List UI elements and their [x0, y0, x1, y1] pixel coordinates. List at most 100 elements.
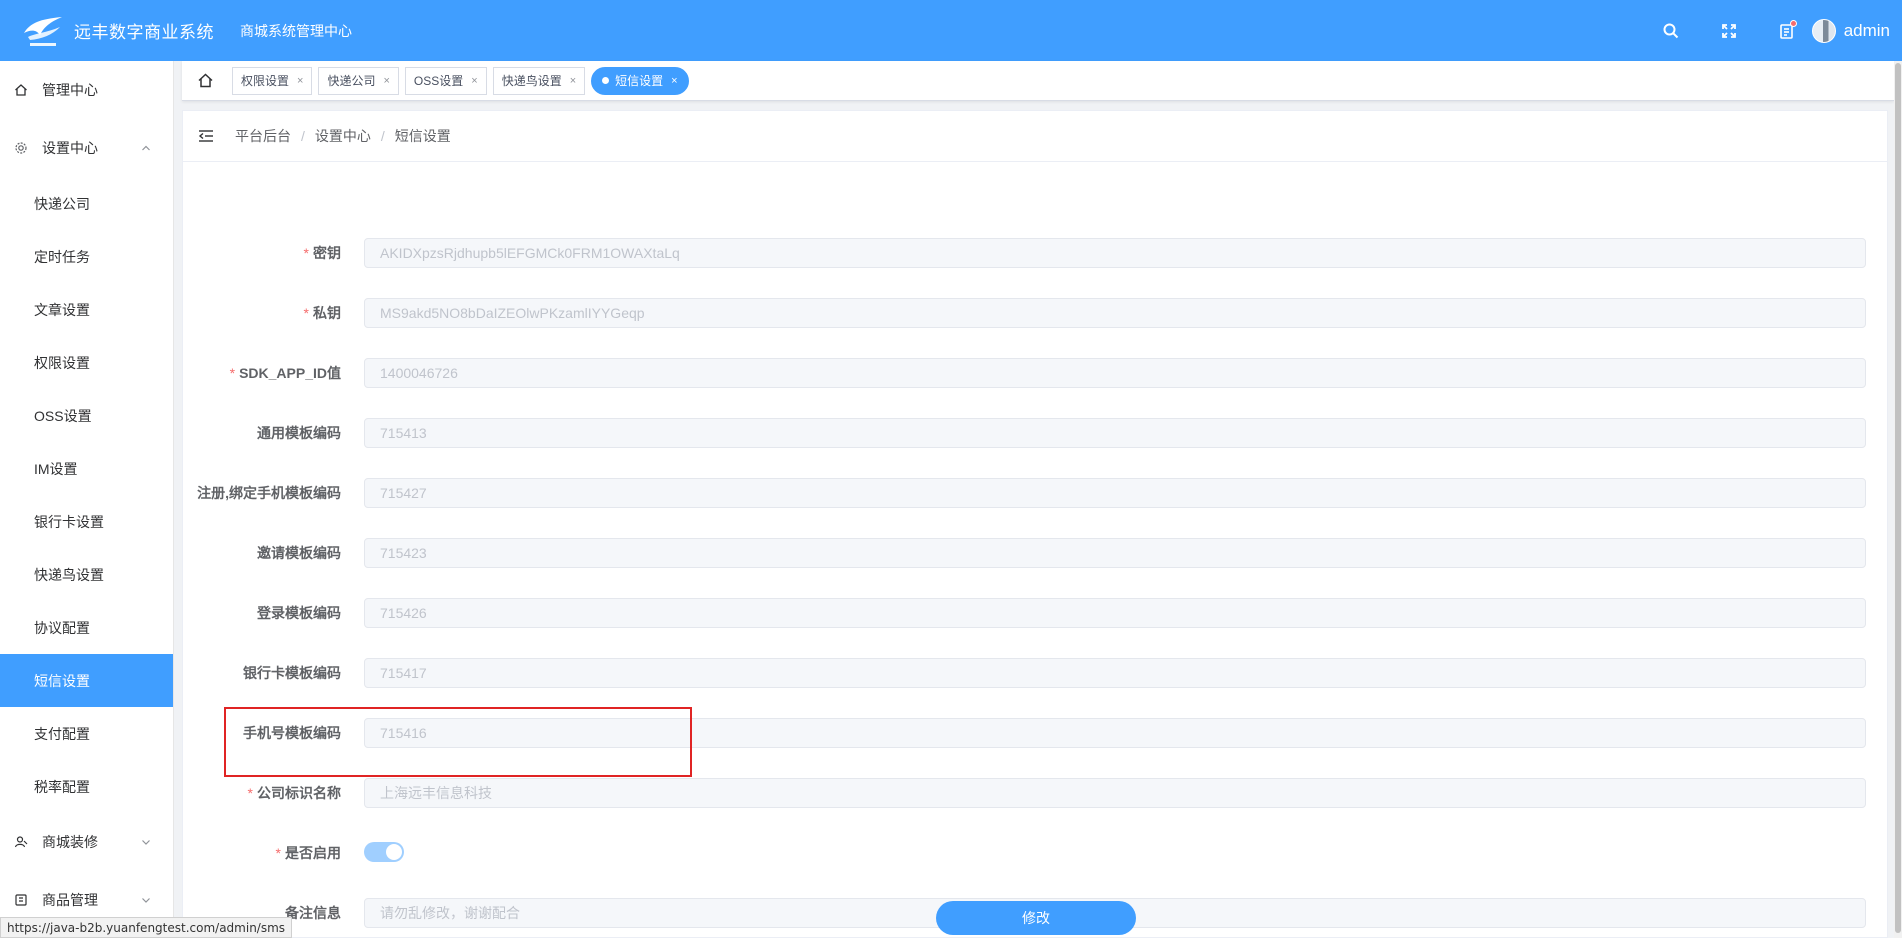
top-header: 远丰数字商业系统 商城系统管理中心 admin [0, 0, 1902, 61]
decor-icon [14, 835, 28, 849]
active-dot [602, 77, 610, 84]
header-actions: admin [1624, 0, 1890, 61]
tab-label: OSS设置 [413, 74, 464, 88]
highlight-box [224, 707, 692, 777]
home-icon [14, 83, 28, 97]
sdk-app-id-input[interactable]: 1400046726 [364, 358, 1866, 388]
common-template-input[interactable]: 715413 [364, 418, 1866, 448]
yuanfeng-logo[interactable] [20, 13, 66, 49]
sidebar-item-settings-center[interactable]: 设置中心 [0, 119, 173, 177]
home-icon[interactable] [194, 70, 216, 92]
breadcrumb-separator: / [301, 128, 305, 144]
close-icon[interactable]: × [570, 75, 576, 87]
sidebar-item-payment-config[interactable]: 支付配置 [0, 707, 173, 760]
required-mark: * [275, 845, 281, 861]
breadcrumb-platform[interactable]: 平台后台 [235, 126, 291, 146]
form-row-register-template: 注册,绑定手机模板编码 715427 [183, 478, 1887, 508]
field-label: 注册,绑定手机模板编码 [197, 485, 341, 501]
tab-label: 权限设置 [241, 74, 290, 88]
menu-fold-icon[interactable] [197, 127, 215, 145]
invite-template-input[interactable]: 715423 [364, 538, 1866, 568]
brand-title: 远丰数字商业系统 [74, 23, 214, 42]
form-row-bankcard-template: 银行卡模板编码 715417 [183, 658, 1887, 688]
login-template-input[interactable]: 715426 [364, 598, 1866, 628]
sidebar-item-label: 商品管理 [42, 892, 98, 908]
username[interactable]: admin [1844, 21, 1890, 41]
gear-icon [14, 141, 28, 155]
form-row-common-template: 通用模板编码 715413 [183, 418, 1887, 448]
sidebar-item-tax-config[interactable]: 税率配置 [0, 760, 173, 813]
register-template-input[interactable]: 715427 [364, 478, 1866, 508]
required-mark: * [303, 245, 309, 261]
sidebar-item-scheduled-task[interactable]: 定时任务 [0, 230, 173, 283]
tab-label: 快递公司 [327, 74, 376, 88]
field-label: 通用模板编码 [257, 425, 341, 441]
field-label: * 密钥 [303, 245, 341, 261]
sidebar-item-oss-settings[interactable]: OSS设置 [0, 389, 173, 442]
chevron-down-icon [141, 834, 151, 850]
sidebar-item-kdniao-settings[interactable]: 快递鸟设置 [0, 548, 173, 601]
sidebar-item-bankcard-settings[interactable]: 银行卡设置 [0, 495, 173, 548]
field-label: * 是否启用 [275, 845, 341, 861]
breadcrumb-separator: / [380, 128, 385, 144]
header-subtitle: 商城系统管理中心 [240, 22, 352, 39]
sidebar-item-permission-settings[interactable]: 权限设置 [0, 336, 173, 389]
field-label: 登录模板编码 [257, 605, 341, 621]
switch-knob [386, 844, 402, 860]
notice-icon[interactable] [1776, 19, 1798, 42]
tabs-bar: 权限设置 × 快递公司 × OSS设置 × 快递鸟设置 × 短信设置 × [182, 61, 1894, 101]
form-row-company-name: * 公司标识名称 上海远丰信息科技 [183, 778, 1887, 808]
goods-icon [14, 893, 28, 907]
breadcrumb-bar: 平台后台 / 设置中心 / 短信设置 [183, 111, 1887, 162]
close-icon[interactable]: × [471, 75, 477, 87]
sidebar-item-im-settings[interactable]: IM设置 [0, 442, 173, 495]
sidebar-item-sms-settings[interactable]: 短信设置 [0, 654, 173, 707]
tab-label: 短信设置 [615, 74, 664, 88]
chevron-down-icon [141, 892, 151, 908]
submit-button[interactable]: 修改 [936, 901, 1136, 935]
secret-key-input[interactable]: MS9akd5NO8bDaIZEOlwPKzamlIYYGeqp [364, 298, 1866, 328]
sidebar-item-label: 设置中心 [42, 140, 98, 156]
form-row-sdk-app-id: * SDK_APP_ID值 1400046726 [183, 358, 1887, 388]
fullscreen-icon[interactable] [1718, 20, 1740, 42]
tab-label: 快递鸟设置 [501, 74, 562, 88]
tab-oss-settings[interactable]: OSS设置 × [404, 66, 487, 95]
sidebar-item-label: 商城装修 [42, 834, 98, 850]
main-card: 平台后台 / 设置中心 / 短信设置 * 密钥 AKIDXpzsRjdhupb5l… [182, 110, 1888, 938]
secret-id-input[interactable]: AKIDXpzsRjdhupb5lEFGMCk0FRM1OWAXtaLq [364, 238, 1866, 268]
field-label: 邀请模板编码 [257, 545, 341, 561]
breadcrumb-settings[interactable]: 设置中心 [315, 126, 371, 146]
required-mark: * [247, 785, 253, 801]
sidebar: 管理中心 设置中心 快递公司 定时任务 文章设置 权限设置 OSS设置 IM设置… [0, 61, 174, 938]
search-icon[interactable] [1660, 20, 1682, 42]
close-icon[interactable]: × [671, 75, 677, 87]
tab-kdniao-settings[interactable]: 快递鸟设置 × [492, 66, 586, 95]
notice-badge [1789, 19, 1797, 27]
sidebar-item-agreement-config[interactable]: 协议配置 [0, 601, 173, 654]
sidebar-item-management-center[interactable]: 管理中心 [0, 61, 173, 119]
tab-permission-settings[interactable]: 权限设置 × [232, 66, 313, 95]
form-row-secret-id: * 密钥 AKIDXpzsRjdhupb5lEFGMCk0FRM1OWAXtaLq [183, 238, 1887, 268]
close-icon[interactable]: × [297, 75, 303, 87]
bankcard-template-input[interactable]: 715417 [364, 658, 1866, 688]
form-row-login-template: 登录模板编码 715426 [183, 598, 1887, 628]
form-row-invite-template: 邀请模板编码 715423 [183, 538, 1887, 568]
sidebar-item-mall-decoration[interactable]: 商城装修 [0, 813, 173, 871]
required-mark: * [303, 305, 309, 321]
browser-status-url: https://java-b2b.yuanfengtest.com/admin/… [0, 917, 293, 938]
required-mark: * [229, 365, 236, 381]
page-scrollbar[interactable] [1894, 61, 1902, 938]
scrollbar-thumb[interactable] [1895, 63, 1901, 933]
sidebar-item-article-settings[interactable]: 文章设置 [0, 283, 173, 336]
company-name-input[interactable]: 上海远丰信息科技 [364, 778, 1866, 808]
field-label: * 公司标识名称 [247, 785, 341, 801]
avatar[interactable] [1811, 18, 1836, 43]
enable-switch[interactable] [364, 842, 404, 862]
form-row-enabled: * 是否启用 [183, 838, 1887, 868]
sidebar-item-label: 管理中心 [42, 82, 98, 98]
breadcrumb-current: 短信设置 [394, 128, 451, 144]
tab-express-company[interactable]: 快递公司 × [318, 66, 399, 95]
tab-sms-settings[interactable]: 短信设置 × [591, 66, 689, 95]
sidebar-item-express-company[interactable]: 快递公司 [0, 177, 173, 230]
close-icon[interactable]: × [383, 75, 389, 87]
